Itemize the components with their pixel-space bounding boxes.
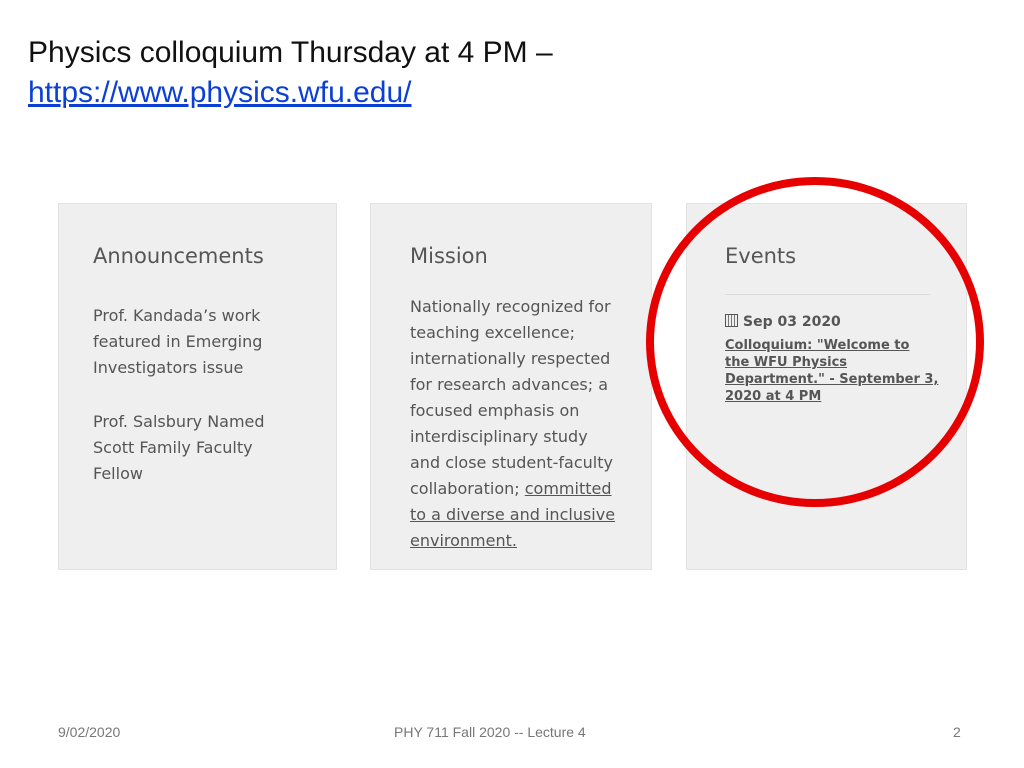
footer-course: PHY 711 Fall 2020 -- Lecture 4	[394, 724, 586, 740]
title-text: Physics colloquium Thursday at 4 PM –	[28, 36, 553, 69]
announcement-line: Fellow	[93, 464, 143, 483]
mission-panel: Mission Nationally recognized for teachi…	[370, 203, 652, 570]
announcements-heading: Announcements	[93, 244, 264, 268]
mission-line: interdisciplinary study	[410, 427, 588, 446]
mission-text-plain: collaboration;	[410, 479, 525, 498]
announcement-line: Prof. Salsbury Named	[93, 412, 265, 431]
highlight-circle	[646, 177, 984, 507]
mission-line: internationally respected	[410, 349, 611, 368]
mission-line: focused emphasis on	[410, 401, 580, 420]
diversity-link[interactable]: to a diverse and inclusive	[410, 502, 615, 528]
diversity-link[interactable]: committed	[525, 479, 612, 498]
slide-title: Physics colloquium Thursday at 4 PM – ht…	[28, 33, 553, 113]
mission-line: for research advances; a	[410, 375, 609, 394]
diversity-link[interactable]: environment.	[410, 528, 615, 554]
announcement-salsbury[interactable]: Prof. Salsbury Named Scott Family Facult…	[93, 409, 265, 487]
announcements-panel: Announcements Prof. Kandada’s work featu…	[58, 203, 337, 570]
physics-website-link[interactable]: https://www.physics.wfu.edu/	[28, 73, 553, 113]
announcement-line: featured in Emerging	[93, 332, 263, 351]
mission-heading: Mission	[410, 244, 488, 268]
mission-line: Nationally recognized for	[410, 297, 611, 316]
mission-line: teaching excellence;	[410, 323, 575, 342]
mission-line: collaboration; committed	[410, 476, 615, 502]
footer-date: 9/02/2020	[58, 724, 121, 740]
mission-text: Nationally recognized for teaching excel…	[410, 294, 615, 554]
footer-page-number: 2	[953, 724, 961, 740]
announcement-line: Investigators issue	[93, 358, 244, 377]
announcement-kandada[interactable]: Prof. Kandada’s work featured in Emergin…	[93, 303, 262, 381]
announcement-line: Scott Family Faculty	[93, 438, 253, 457]
mission-line: and close student-faculty	[410, 453, 613, 472]
announcement-line: Prof. Kandada’s work	[93, 306, 261, 325]
